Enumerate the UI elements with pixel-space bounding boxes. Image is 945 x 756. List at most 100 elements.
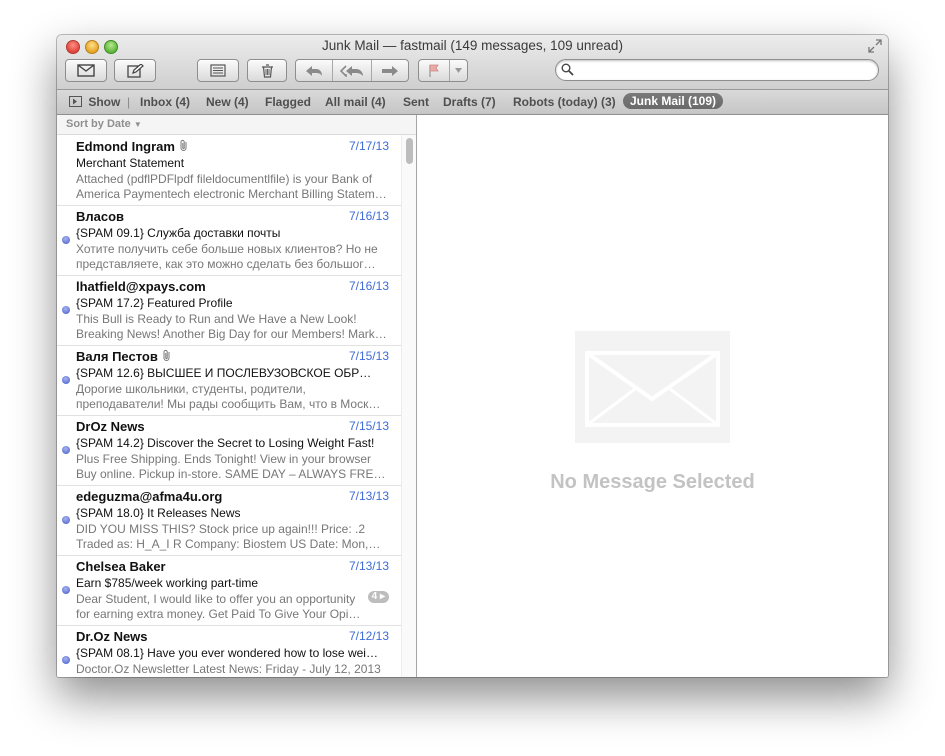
scrollbar-thumb[interactable] [406, 138, 413, 164]
favorites-separator: | [127, 95, 131, 109]
unread-dot-icon [62, 306, 70, 314]
preview-line: Дорогие школьники, студенты, родители, [76, 382, 306, 396]
envelope-icon [77, 64, 95, 77]
message-row[interactable]: DrOz News 7/15/13 {SPAM 14.2} Discover t… [57, 415, 401, 486]
favorite-junk-mail[interactable]: Junk Mail (109) [623, 93, 724, 109]
reply-all-icon [340, 64, 363, 77]
message-row[interactable]: Dr.Oz News 7/12/13 {SPAM 08.1} Have you … [57, 625, 401, 677]
message-sender: Chelsea Baker [76, 559, 166, 574]
sidebar-toggle-icon [69, 96, 82, 107]
favorites-bar: Show | Inbox (4) New (4) Flagged All mai… [57, 90, 888, 115]
message-row[interactable]: Chelsea Baker 7/13/13 Earn $785/week wor… [57, 555, 401, 626]
flag-menu-button[interactable] [450, 60, 467, 81]
get-mail-button[interactable] [65, 59, 107, 82]
message-row[interactable]: Валя Пестов 7/15/13 {SPAM 12.6} ВЫСШЕЕ И… [57, 345, 401, 416]
preview-line: Attached (pdflPDFlpdf fileldocumentlfile… [76, 172, 373, 186]
favorite-robots[interactable]: Robots (today) (3) [513, 95, 616, 109]
flag-icon [429, 64, 439, 77]
favorite-all-mail[interactable]: All mail (4) [325, 95, 386, 109]
message-list-scrollbar[interactable] [401, 135, 417, 677]
no-message-selected-text: No Message Selected [550, 471, 755, 493]
unread-dot-icon [62, 656, 70, 664]
magnifier-icon [561, 63, 574, 76]
preview-line: Breaking News! Another Big Day for our M… [76, 326, 387, 341]
show-label: Show [88, 95, 121, 109]
message-row[interactable]: edeguzma@afma4u.org 7/13/13 {SPAM 18.0} … [57, 485, 401, 556]
message-preview: Хотите получить себе больше новых клиент… [76, 242, 388, 271]
message-date: 7/15/13 [348, 419, 389, 433]
mail-window: Junk Mail — fastmail (149 messages, 109 … [57, 35, 888, 677]
sort-label: Sort by Date [66, 118, 131, 130]
envelope-placeholder-icon [575, 331, 730, 443]
sender-name: Валя Пестов [76, 349, 158, 364]
favorite-sent[interactable]: Sent [403, 95, 429, 109]
flag-button[interactable] [419, 60, 450, 81]
message-sender: Edmond Ingram [76, 139, 189, 154]
compose-button[interactable] [114, 59, 156, 82]
message-preview: Plus Free Shipping. Ends Tonight! View i… [76, 452, 388, 481]
message-date: 7/13/13 [348, 559, 389, 573]
message-row[interactable]: Edmond Ingram 7/17/13 Merchant Statement… [57, 135, 401, 206]
search-field[interactable] [555, 59, 879, 81]
message-subject: {SPAM 18.0} It Releases News [76, 506, 241, 520]
message-sender: DrOz News [76, 419, 145, 434]
message-subject: {SPAM 17.2} Featured Profile [76, 296, 233, 310]
paperclip-icon [163, 349, 170, 361]
archive-button[interactable] [197, 59, 239, 82]
thread-count-badge[interactable]: 4 ▸ [367, 591, 389, 603]
preview-line: Хотите получить себе больше новых клиент… [76, 242, 378, 256]
message-subject: {SPAM 14.2} Discover the Secret to Losin… [76, 436, 375, 450]
unread-dot-icon [62, 236, 70, 244]
message-subject: Earn $785/week working part-time [76, 576, 259, 590]
favorite-flagged[interactable]: Flagged [265, 95, 311, 109]
reply-button[interactable] [296, 60, 333, 81]
favorite-new[interactable]: New (4) [206, 95, 249, 109]
unread-dot-icon [62, 516, 70, 524]
message-sender: Dr.Oz News [76, 629, 148, 644]
search-input[interactable] [578, 61, 872, 80]
message-date: 7/13/13 [348, 489, 389, 503]
preview-line: Doctor.Oz Newsletter Latest News: Friday… [76, 662, 381, 676]
message-subject: {SPAM 08.1} Have you ever wondered how t… [76, 646, 378, 660]
message-date: 7/12/13 [348, 629, 389, 643]
sort-bar[interactable]: Sort by Date ▼ [57, 115, 416, 135]
unread-dot-icon [62, 376, 70, 384]
message-preview: Doctor.Oz Newsletter Latest News: Friday… [76, 662, 388, 677]
delete-button[interactable] [247, 59, 287, 82]
preview-line: This Bull is Ready to Run and We Have a … [76, 312, 357, 326]
sort-chevron-icon: ▼ [133, 120, 142, 129]
message-sender: Валя Пестов [76, 349, 172, 364]
message-date: 7/17/13 [348, 139, 389, 153]
show-mailboxes-button[interactable]: Show [69, 95, 120, 109]
paperclip-icon [180, 139, 187, 151]
message-sender: Власов [76, 209, 125, 224]
forward-button[interactable] [372, 60, 408, 81]
message-date: 7/16/13 [348, 209, 389, 223]
message-date: 7/15/13 [348, 349, 389, 363]
sort-by-date[interactable]: Sort by Date ▼ [66, 118, 142, 130]
message-sender: edeguzma@afma4u.org [76, 489, 223, 504]
message-row[interactable]: lhatfield@xpays.com 7/16/13 {SPAM 17.2} … [57, 275, 401, 346]
flag-group [418, 59, 468, 82]
message-date: 7/16/13 [348, 279, 389, 293]
message-subject: {SPAM 09.1} Служба доставки почты [76, 226, 281, 240]
message-preview: Attached (pdflPDFlpdf fileldocumentlfile… [76, 172, 388, 201]
trash-icon [261, 63, 273, 78]
chevron-down-icon [455, 68, 462, 73]
fullscreen-icon[interactable] [868, 39, 882, 53]
sender-name: Edmond Ingram [76, 139, 175, 154]
preview-line: Dear Student, I would like to offer you … [76, 592, 356, 606]
message-list[interactable]: Edmond Ingram 7/17/13 Merchant Statement… [57, 135, 401, 677]
message-viewer: No Message Selected [417, 115, 888, 677]
titlebar: Junk Mail — fastmail (149 messages, 109 … [57, 35, 888, 90]
message-row[interactable]: Власов 7/16/13 {SPAM 09.1} Служба достав… [57, 205, 401, 276]
reply-all-button[interactable] [333, 60, 372, 81]
window-title: Junk Mail — fastmail (149 messages, 109 … [322, 38, 623, 53]
favorite-drafts[interactable]: Drafts (7) [443, 95, 496, 109]
message-preview: Dear Student, I would like to offer you … [76, 592, 366, 621]
preview-line: DID YOU MISS THIS? Stock price up again!… [76, 522, 366, 536]
message-preview: This Bull is Ready to Run and We Have a … [76, 312, 388, 341]
favorite-inbox[interactable]: Inbox (4) [140, 95, 190, 109]
message-subject: {SPAM 12.6} ВЫСШЕЕ И ПОСЛЕВУЗОВСКОЕ ОБР… [76, 366, 372, 380]
message-sender: lhatfield@xpays.com [76, 279, 206, 294]
